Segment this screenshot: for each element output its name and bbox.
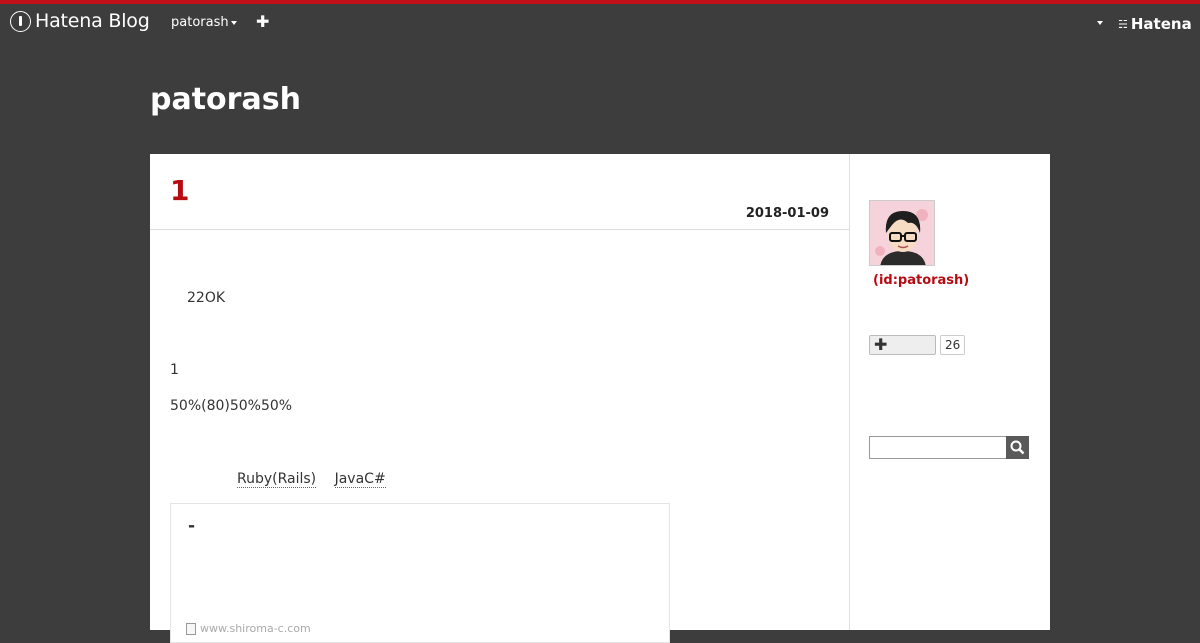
add-entry-button[interactable]: ✚ bbox=[256, 12, 269, 31]
user-menu-label: patorash bbox=[171, 15, 229, 30]
entry-title[interactable]: 1 bbox=[170, 174, 189, 207]
avatar[interactable] bbox=[869, 200, 935, 266]
dropdown-chevron-icon[interactable] bbox=[1097, 21, 1103, 25]
chevron-down-icon bbox=[230, 20, 237, 25]
hatena-link[interactable]: ☵ Hatena bbox=[1118, 15, 1192, 33]
keyword-link-java[interactable]: JavaC# bbox=[334, 471, 386, 488]
global-header: Hatena Blog patorash ✚ ☵ Hatena bbox=[0, 4, 1200, 40]
keyword-link-ruby[interactable]: Ruby(Rails) bbox=[237, 471, 317, 488]
divider bbox=[150, 229, 850, 230]
entry-paragraph: 22OK bbox=[187, 290, 226, 306]
embed-card-source-text: www.shiroma-c.com bbox=[200, 622, 311, 635]
embed-card-title[interactable]: - bbox=[188, 516, 195, 536]
embed-card-source[interactable]: www.shiroma-c.com bbox=[186, 622, 311, 635]
entry-paragraph: 1 bbox=[170, 362, 179, 378]
hatena-blog-logo[interactable]: Hatena Blog bbox=[10, 10, 150, 32]
embed-card[interactable]: - www.shiroma-c.com bbox=[170, 503, 670, 643]
search-button[interactable] bbox=[1006, 436, 1029, 459]
hatena-label: Hatena bbox=[1130, 15, 1192, 33]
file-icon bbox=[186, 622, 196, 635]
hatena-mark-icon: ☵ bbox=[1118, 17, 1128, 31]
follow-button[interactable]: ✚ bbox=[869, 335, 936, 355]
user-menu[interactable]: patorash bbox=[171, 15, 237, 30]
blog-title[interactable]: patorash bbox=[150, 82, 301, 117]
avatar-image bbox=[870, 201, 934, 265]
search-icon bbox=[1010, 440, 1025, 455]
profile-id-link[interactable]: (id:patorash) bbox=[873, 273, 969, 288]
entry-date[interactable]: 2018-01-09 bbox=[746, 206, 829, 221]
sidebar: (id:patorash) ✚ 26 bbox=[850, 154, 1050, 630]
entry-content: 1 2018-01-09 22OK 1 50%(80)50%50% Ruby(R… bbox=[150, 154, 850, 643]
search-input[interactable] bbox=[869, 436, 1007, 459]
logo-text: Hatena Blog bbox=[35, 10, 150, 32]
keyword-links: Ruby(Rails) JavaC# bbox=[237, 471, 400, 488]
entry-paragraph: 50%(80)50%50% bbox=[170, 398, 293, 414]
follow-count[interactable]: 26 bbox=[940, 335, 966, 355]
hatena-logo-icon bbox=[10, 10, 31, 32]
